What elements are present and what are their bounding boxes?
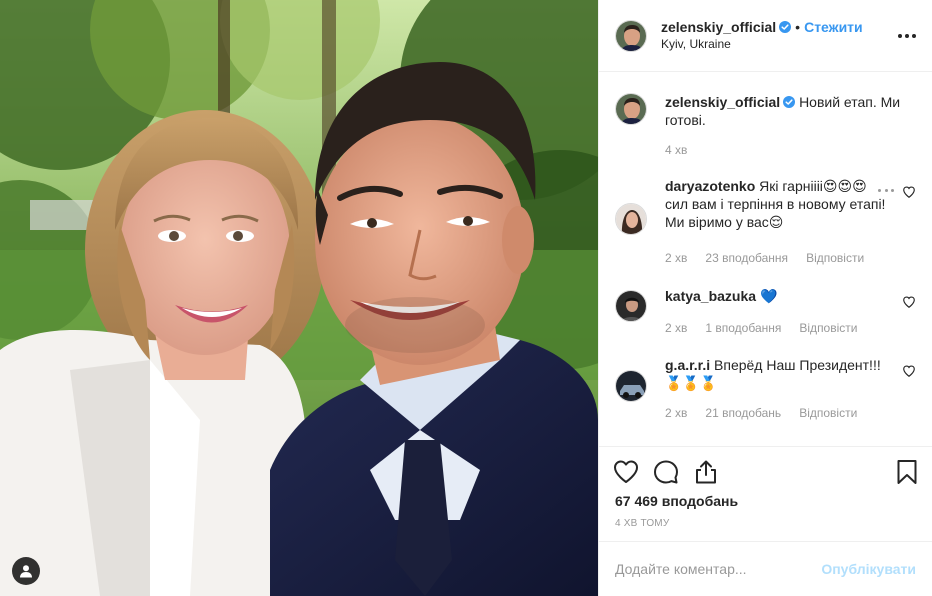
list-item: katya_bazuka 💙 2 хв 1 вподобання Відпові…: [615, 287, 916, 347]
comment-username[interactable]: katya_bazuka: [665, 288, 756, 304]
comment-input[interactable]: [615, 561, 822, 577]
comment-likes[interactable]: 1 вподобання: [705, 321, 781, 335]
comment-more-icon[interactable]: [878, 185, 894, 195]
bookmark-icon[interactable]: [894, 459, 920, 485]
comment-time[interactable]: 2 хв: [665, 406, 687, 420]
post-image: [0, 0, 598, 596]
avatar[interactable]: [615, 290, 647, 322]
verified-icon: [779, 20, 792, 33]
comment-likes[interactable]: 23 вподобання: [705, 251, 788, 265]
post-header: zelenskiy_official • Стежити Kyiv, Ukrain…: [599, 0, 932, 72]
separator-dot: •: [795, 18, 801, 35]
post-caption: zelenskiy_official Новий етап. Ми готові…: [615, 93, 916, 163]
avatar[interactable]: [615, 93, 647, 125]
comment-time[interactable]: 2 хв: [665, 251, 687, 265]
comment-time[interactable]: 2 хв: [665, 321, 687, 335]
avatar[interactable]: [615, 19, 647, 52]
follow-button[interactable]: Стежити: [804, 19, 863, 35]
publish-comment-button[interactable]: Опублікувати: [821, 561, 916, 577]
heart-icon[interactable]: [902, 364, 916, 378]
post-author-username[interactable]: zelenskiy_official: [661, 19, 776, 35]
post-photo[interactable]: [0, 0, 598, 596]
user-tag-button[interactable]: [12, 557, 40, 585]
comment-composer: Опублікувати: [599, 541, 932, 596]
action-bar: [599, 448, 932, 496]
list-item: g.a.r.r.i Вперёд Наш Президент!!! 🏅🏅🏅 2 …: [615, 356, 916, 426]
avatar[interactable]: [615, 203, 647, 235]
comment-username[interactable]: daryazotenko: [665, 178, 755, 194]
post-location[interactable]: Kyiv, Ukraine: [661, 36, 863, 53]
reply-button[interactable]: Відповісти: [799, 406, 857, 420]
reply-button[interactable]: Відповісти: [806, 251, 864, 265]
comments-list[interactable]: zelenskiy_official Новий етап. Ми готові…: [599, 73, 932, 447]
comment-text: 💙: [759, 288, 778, 304]
post-side-panel: zelenskiy_official • Стежити Kyiv, Ukrain…: [598, 0, 932, 596]
likes-count[interactable]: 67 469 вподобань: [615, 493, 738, 509]
comment-likes[interactable]: 21 вподобань: [705, 406, 781, 420]
comment-username[interactable]: g.a.r.r.i: [665, 357, 710, 373]
heart-icon[interactable]: [613, 459, 639, 485]
reply-button[interactable]: Відповісти: [799, 321, 857, 335]
heart-icon[interactable]: [902, 185, 916, 199]
avatar[interactable]: [615, 370, 647, 402]
caption-username[interactable]: zelenskiy_official: [665, 94, 780, 110]
post-timestamp[interactable]: 4 ХВ ТОМУ: [615, 518, 669, 529]
caption-time[interactable]: 4 хв: [665, 143, 687, 157]
verified-icon: [783, 96, 796, 108]
share-icon[interactable]: [693, 459, 719, 485]
more-options-icon[interactable]: [898, 27, 916, 45]
comment-icon[interactable]: [653, 459, 679, 485]
list-item: daryazotenko Які гарніііі😍😍😍 сил вам і т…: [615, 177, 916, 267]
user-tag-icon: [20, 565, 32, 578]
heart-icon[interactable]: [902, 295, 916, 309]
